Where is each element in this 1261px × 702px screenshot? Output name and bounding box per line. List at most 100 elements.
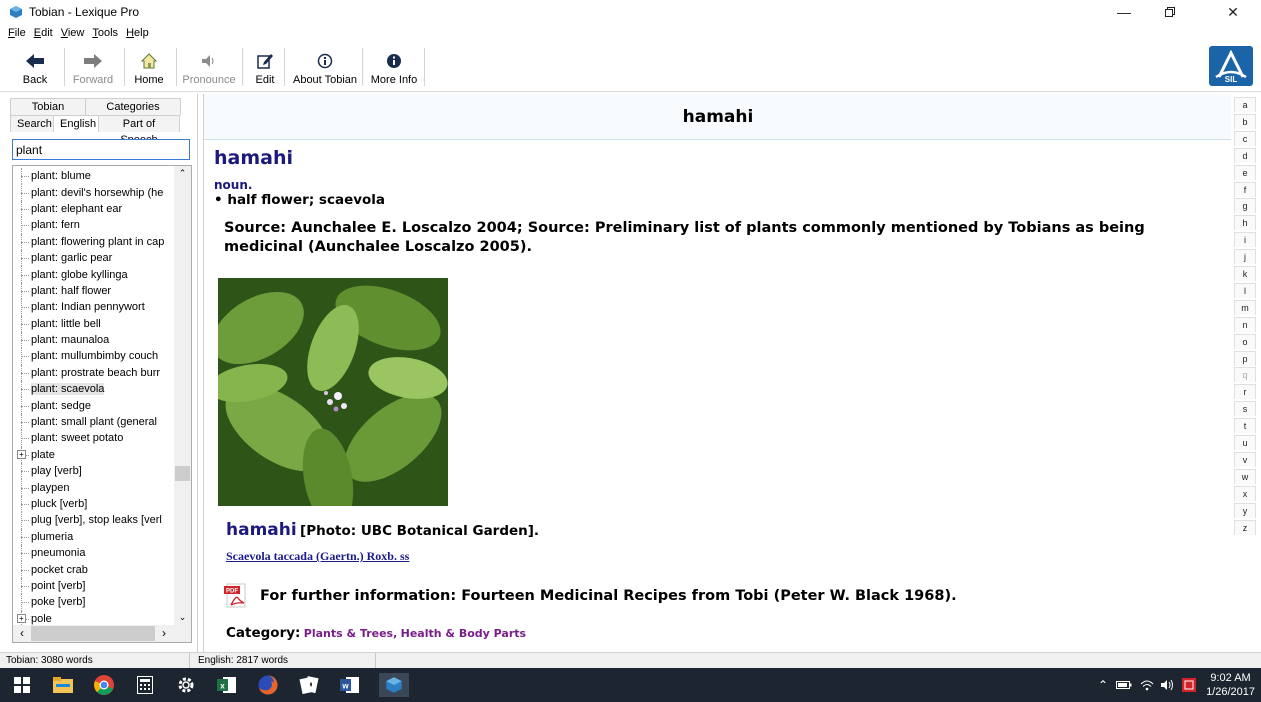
tab-search[interactable]: Search — [10, 115, 54, 132]
file-explorer-taskbar-icon[interactable] — [51, 673, 75, 697]
alphabet-letter-u[interactable]: u — [1234, 435, 1256, 450]
tree-item[interactable]: play [verb] — [13, 463, 175, 480]
photo-headword[interactable]: hamahi — [226, 520, 297, 540]
alphabet-letter-a[interactable]: a — [1234, 97, 1256, 112]
horizontal-scrollbar[interactable]: ‹ › — [13, 625, 191, 642]
scroll-right-icon[interactable]: › — [157, 625, 171, 642]
tree-item[interactable]: plant: globe kyllinga — [13, 266, 175, 283]
pronounce-button[interactable]: Pronounce — [180, 44, 238, 90]
back-button[interactable]: Back — [16, 44, 54, 90]
sil-logo[interactable]: SIL — [1209, 46, 1253, 86]
tab-part-of-speech[interactable]: Part of Speech — [98, 115, 180, 146]
alphabet-letter-n[interactable]: n — [1234, 316, 1256, 332]
tree-item[interactable]: plant: garlic pear — [13, 249, 175, 267]
tree-item[interactable]: plant: elephant ear — [13, 200, 175, 218]
tab-english[interactable]: English — [53, 115, 99, 132]
menu-view[interactable]: View — [57, 27, 89, 39]
settings-taskbar-icon[interactable] — [174, 673, 198, 697]
alphabet-letter-l[interactable]: l — [1234, 282, 1256, 298]
alphabet-letter-w[interactable]: w — [1234, 468, 1256, 484]
chrome-taskbar-icon[interactable] — [92, 673, 116, 697]
tree-item[interactable]: + plate — [13, 446, 175, 464]
about-button[interactable]: About Tobian — [292, 44, 358, 90]
alphabet-letter-q[interactable]: q — [1234, 367, 1256, 383]
category-link-plants[interactable]: Plants & Trees, — [304, 627, 398, 640]
alphabet-letter-s[interactable]: s — [1234, 401, 1256, 417]
tree-item[interactable]: poke [verb] — [13, 594, 175, 611]
tree-item[interactable]: plant: Indian pennywort — [13, 299, 175, 316]
pdf-icon[interactable]: PDF — [224, 583, 250, 609]
tab-categories[interactable]: Categories — [85, 98, 181, 115]
word-tree[interactable]: plant: blume plant: devil's horsewhip (he… — [12, 165, 192, 643]
alphabet-letter-d[interactable]: d — [1234, 147, 1256, 163]
tree-item[interactable]: plant: scaevola — [13, 381, 175, 398]
alphabet-letter-p[interactable]: p — [1234, 350, 1256, 366]
alphabet-letter-k[interactable]: k — [1234, 266, 1256, 281]
tree-item[interactable]: pocket crab — [13, 561, 175, 578]
alphabet-letter-c[interactable]: c — [1234, 130, 1256, 146]
tree-item[interactable]: plant: mullumbimby couch — [13, 348, 175, 365]
system-clock[interactable]: 9:02 AM 1/26/2017 — [1206, 671, 1255, 699]
vertical-scrollbar[interactable]: ⌃ ⌄ — [174, 166, 191, 626]
tree-item[interactable]: plug [verb], stop leaks [verl — [13, 512, 175, 529]
tree-item[interactable]: plumeria — [13, 528, 175, 545]
alphabet-letter-v[interactable]: v — [1234, 451, 1256, 467]
alphabet-letter-r[interactable]: r — [1234, 384, 1256, 400]
expand-icon[interactable]: + — [17, 614, 26, 624]
notification-app-icon[interactable] — [1182, 678, 1197, 692]
tree-item[interactable]: plant: blume — [13, 168, 175, 185]
minimize-button[interactable]: — — [1101, 0, 1147, 24]
tree-item[interactable]: playpen — [13, 479, 175, 496]
menu-edit[interactable]: Edit — [30, 27, 57, 39]
chevron-up-icon[interactable]: ⌃ — [1098, 678, 1108, 692]
alphabet-letter-y[interactable]: y — [1234, 502, 1256, 518]
wifi-icon[interactable] — [1140, 679, 1154, 691]
edit-button[interactable]: Edit — [250, 44, 280, 90]
tree-item[interactable]: plant: maunaloa — [13, 331, 175, 349]
word-taskbar-icon[interactable]: w — [338, 673, 362, 697]
restore-button[interactable] — [1147, 0, 1193, 24]
alphabet-letter-f[interactable]: f — [1234, 181, 1256, 197]
tree-item[interactable]: point [verb] — [13, 577, 175, 595]
tab-tobian[interactable]: Tobian — [10, 98, 86, 115]
menu-file[interactable]: File — [4, 27, 30, 39]
latin-name-link[interactable]: Scaevola taccada (Gaertn.) Roxb. ss — [226, 549, 409, 563]
alphabet-letter-x[interactable]: x — [1234, 485, 1256, 501]
tree-item[interactable]: plant: prostrate beach burr — [13, 364, 175, 382]
more-info-button[interactable]: More Info — [368, 44, 420, 90]
forward-button[interactable]: Forward — [68, 44, 118, 90]
alphabet-letter-e[interactable]: e — [1234, 164, 1256, 180]
tree-item[interactable]: pluck [verb] — [13, 495, 175, 513]
alphabet-letter-j[interactable]: j — [1234, 249, 1256, 265]
tree-item[interactable]: plant: devil's horsewhip (he — [13, 184, 175, 201]
alphabet-letter-g[interactable]: g — [1234, 198, 1256, 214]
scroll-down-icon[interactable]: ⌄ — [174, 611, 191, 626]
volume-icon[interactable] — [1160, 679, 1176, 691]
alphabet-letter-h[interactable]: h — [1234, 215, 1256, 231]
solitaire-taskbar-icon[interactable] — [297, 673, 321, 697]
search-input[interactable] — [12, 139, 190, 160]
scroll-thumb[interactable] — [175, 466, 190, 481]
alphabet-letter-b[interactable]: b — [1234, 113, 1256, 129]
calculator-taskbar-icon[interactable] — [133, 673, 157, 697]
menu-help[interactable]: Help — [122, 27, 153, 39]
menu-tools[interactable]: Tools — [88, 27, 122, 39]
alphabet-letter-z[interactable]: z — [1234, 519, 1256, 535]
category-link-health[interactable]: Health & Body Parts — [401, 627, 526, 640]
tree-item[interactable]: plant: flowering plant in cap — [13, 233, 175, 250]
tree-item[interactable]: plant: little bell — [13, 315, 175, 332]
tree-item[interactable]: plant: small plant (general — [13, 413, 175, 431]
start-button[interactable] — [10, 673, 34, 697]
battery-icon[interactable] — [1116, 680, 1132, 690]
scroll-up-icon[interactable]: ⌃ — [174, 166, 191, 181]
tree-item[interactable]: plant: fern — [13, 217, 175, 234]
alphabet-letter-o[interactable]: o — [1234, 333, 1256, 349]
scroll-left-icon[interactable]: ‹ — [15, 625, 29, 642]
tree-item[interactable]: pneumonia — [13, 544, 175, 562]
tree-item[interactable]: plant: sweet potato — [13, 430, 175, 447]
expand-icon[interactable]: + — [17, 450, 26, 460]
close-button[interactable]: ✕ — [1210, 0, 1256, 24]
tree-item[interactable]: plant: half flower — [13, 282, 175, 300]
lexique-pro-taskbar-icon[interactable] — [379, 673, 409, 697]
further-info-text[interactable]: For further information: Fourteen Medici… — [260, 588, 957, 604]
